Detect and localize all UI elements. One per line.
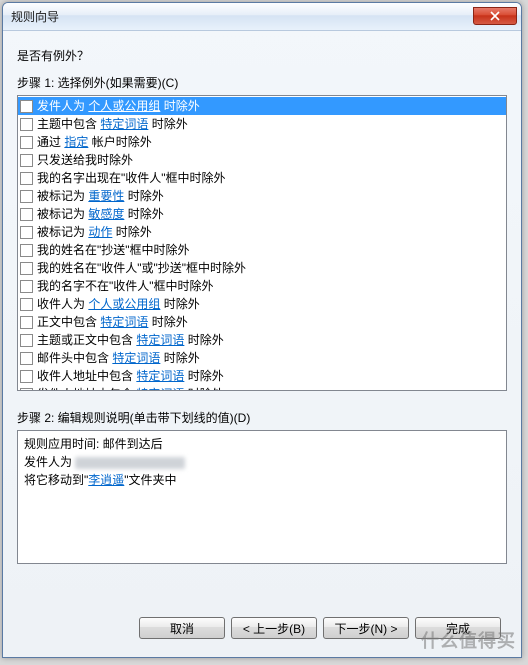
exception-row[interactable]: 正文中包含 特定词语 时除外	[18, 313, 506, 331]
checkbox[interactable]	[20, 208, 33, 221]
checkbox[interactable]	[20, 226, 33, 239]
redacted-value	[75, 457, 185, 469]
exception-row[interactable]: 我的姓名在"抄送"框中时除外	[18, 241, 506, 259]
exception-text: 收件人地址中包含 特定词语 时除外	[37, 368, 224, 384]
exception-row[interactable]: 被标记为 动作 时除外	[18, 223, 506, 241]
checkbox[interactable]	[20, 154, 33, 167]
folder-link[interactable]: 李逍遥	[88, 473, 124, 487]
back-button[interactable]: < 上一步(B)	[231, 617, 317, 639]
exception-row[interactable]: 我的名字不在"收件人"框中时除外	[18, 277, 506, 295]
rule-description-box[interactable]: 规则应用时间: 邮件到达后 发件人为 将它移动到"李逍遥"文件夹中	[17, 430, 507, 564]
exception-row[interactable]: 被标记为 重要性 时除外	[18, 187, 506, 205]
exception-row[interactable]: 收件人地址中包含 特定词语 时除外	[18, 367, 506, 385]
condition-link[interactable]: 敏感度	[88, 207, 124, 221]
checkbox[interactable]	[20, 370, 33, 383]
condition-link[interactable]: 重要性	[88, 189, 124, 203]
exception-text: 被标记为 动作 时除外	[37, 224, 152, 240]
condition-link[interactable]: 指定	[64, 135, 88, 149]
exception-text: 我的姓名在"收件人"或"抄送"框中时除外	[37, 260, 246, 276]
exception-text: 我的名字不在"收件人"框中时除外	[37, 278, 214, 294]
exception-row[interactable]: 邮件头中包含 特定词语 时除外	[18, 349, 506, 367]
close-button[interactable]	[473, 7, 517, 25]
question-label: 是否有例外？	[17, 47, 507, 64]
step2-label: 步骤 2: 编辑规则说明(单击带下划线的值)(D)	[17, 409, 507, 426]
checkbox[interactable]	[20, 190, 33, 203]
condition-link[interactable]: 个人或公用组	[88, 297, 160, 311]
checkbox[interactable]	[20, 352, 33, 365]
checkbox[interactable]	[20, 280, 33, 293]
exception-row[interactable]: 通过 指定 帐户时除外	[18, 133, 506, 151]
checkbox[interactable]	[20, 298, 33, 311]
checkbox[interactable]	[20, 100, 33, 113]
desc-line-2: 发件人为	[24, 453, 500, 471]
exception-text: 发件人为 个人或公用组 时除外	[37, 98, 200, 114]
exception-row[interactable]: 只发送给我时除外	[18, 151, 506, 169]
exception-text: 被标记为 敏感度 时除外	[37, 206, 164, 222]
checkbox[interactable]	[20, 334, 33, 347]
desc-line-1: 规则应用时间: 邮件到达后	[24, 435, 500, 453]
condition-link[interactable]: 特定词语	[136, 369, 184, 383]
exception-row[interactable]: 发件人为 个人或公用组 时除外	[18, 97, 506, 115]
condition-link[interactable]: 特定词语	[136, 333, 184, 347]
checkbox[interactable]	[20, 136, 33, 149]
window-title: 规则向导	[11, 8, 473, 25]
exception-text: 我的名字出现在"收件人"框中时除外	[37, 170, 226, 186]
checkbox[interactable]	[20, 172, 33, 185]
exceptions-listbox[interactable]: 发件人为 个人或公用组 时除外主题中包含 特定词语 时除外通过 指定 帐户时除外…	[17, 95, 507, 391]
exception-text: 只发送给我时除外	[37, 152, 133, 168]
button-row: 取消 < 上一步(B) 下一步(N) > 完成	[17, 607, 507, 647]
condition-link[interactable]: 特定词语	[100, 117, 148, 131]
exception-row[interactable]: 主题中包含 特定词语 时除外	[18, 115, 506, 133]
cancel-button[interactable]: 取消	[139, 617, 225, 639]
rules-wizard-dialog: 规则向导 是否有例外？ 步骤 1: 选择例外(如果需要)(C) 发件人为 个人或…	[2, 2, 522, 658]
checkbox[interactable]	[20, 316, 33, 329]
exception-row[interactable]: 发件人地址中包含 特定词语 时除外	[18, 385, 506, 391]
exception-row[interactable]: 我的姓名在"收件人"或"抄送"框中时除外	[18, 259, 506, 277]
desc-line-3: 将它移动到"李逍遥"文件夹中	[24, 471, 500, 489]
checkbox[interactable]	[20, 262, 33, 275]
close-icon	[490, 11, 500, 21]
exception-row[interactable]: 被标记为 敏感度 时除外	[18, 205, 506, 223]
exception-text: 收件人为 个人或公用组 时除外	[37, 296, 200, 312]
checkbox[interactable]	[20, 118, 33, 131]
condition-link[interactable]: 特定词语	[136, 387, 184, 391]
exception-text: 主题中包含 特定词语 时除外	[37, 116, 188, 132]
next-button[interactable]: 下一步(N) >	[323, 617, 409, 639]
condition-link[interactable]: 特定词语	[100, 315, 148, 329]
titlebar: 规则向导	[3, 3, 521, 31]
exception-text: 主题或正文中包含 特定词语 时除外	[37, 332, 224, 348]
exception-row[interactable]: 我的名字出现在"收件人"框中时除外	[18, 169, 506, 187]
condition-link[interactable]: 特定词语	[112, 351, 160, 365]
dialog-body: 是否有例外？ 步骤 1: 选择例外(如果需要)(C) 发件人为 个人或公用组 时…	[3, 31, 521, 657]
exception-row[interactable]: 主题或正文中包含 特定词语 时除外	[18, 331, 506, 349]
checkbox[interactable]	[20, 388, 33, 392]
step1-label: 步骤 1: 选择例外(如果需要)(C)	[17, 74, 507, 91]
condition-link[interactable]: 个人或公用组	[88, 99, 160, 113]
exception-text: 被标记为 重要性 时除外	[37, 188, 164, 204]
condition-link[interactable]: 动作	[88, 225, 112, 239]
exception-row[interactable]: 收件人为 个人或公用组 时除外	[18, 295, 506, 313]
exception-text: 正文中包含 特定词语 时除外	[37, 314, 188, 330]
exception-text: 通过 指定 帐户时除外	[37, 134, 152, 150]
exception-text: 邮件头中包含 特定词语 时除外	[37, 350, 200, 366]
finish-button[interactable]: 完成	[415, 617, 501, 639]
exception-text: 发件人地址中包含 特定词语 时除外	[37, 386, 224, 391]
exception-text: 我的姓名在"抄送"框中时除外	[37, 242, 190, 258]
checkbox[interactable]	[20, 244, 33, 257]
